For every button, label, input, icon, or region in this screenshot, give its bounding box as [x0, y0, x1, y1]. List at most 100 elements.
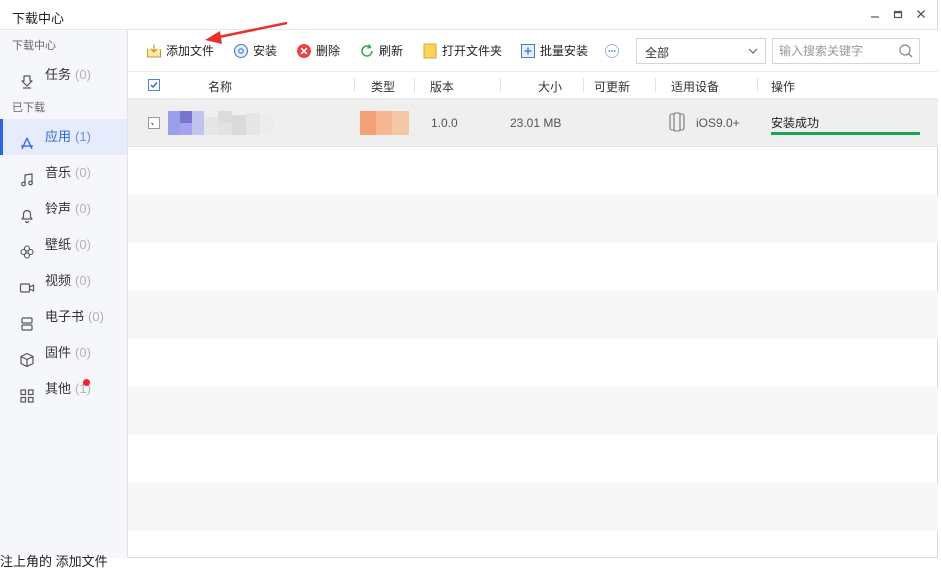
- wallpaper-icon: [19, 238, 35, 259]
- table-row-empty: [128, 387, 938, 435]
- sidebar-item-firmware[interactable]: 固件 (0): [0, 335, 127, 371]
- add-file-button[interactable]: 添加文件: [146, 42, 218, 60]
- search-icon[interactable]: [898, 43, 914, 62]
- minimize-icon[interactable]: [866, 6, 884, 24]
- row-version: 1.0.0: [431, 116, 458, 130]
- firmware-icon: [19, 346, 35, 368]
- delete-label: 删除: [316, 44, 341, 58]
- sidebar-item-count: (0): [75, 345, 91, 360]
- column-separator: [757, 78, 758, 92]
- table-row-empty: [128, 147, 938, 195]
- table-row-empty: [128, 531, 938, 558]
- select-all-checkbox[interactable]: [148, 79, 160, 91]
- sidebar-item-label: 任务: [45, 67, 72, 82]
- sidebar-item-ebooks[interactable]: 电子书 (0): [0, 299, 127, 335]
- bottom-caption: 注上角的 添加文件: [0, 554, 108, 569]
- column-header-action[interactable]: 操作: [771, 78, 795, 95]
- sidebar-item-wallpapers[interactable]: 壁纸 (0): [0, 227, 127, 263]
- column-header-type[interactable]: 类型: [371, 78, 395, 95]
- sidebar-item-count: (1): [75, 129, 91, 144]
- notification-badge: [83, 379, 90, 386]
- table-body: 1.0.0 23.01 MB iOS9.0+ 安装成功: [128, 99, 938, 558]
- video-icon: [19, 274, 35, 293]
- toolbar: 添加文件 安装 删除 刷新 打开文件夹 批量安装 全部 输入搜索关键字: [128, 30, 938, 72]
- sidebar-item-label: 壁纸: [45, 237, 72, 252]
- column-header-name[interactable]: 名称: [208, 78, 232, 95]
- folder-icon: [422, 43, 438, 59]
- table-row-empty: [128, 435, 938, 483]
- app-store-icon: [19, 130, 35, 150]
- column-header-size[interactable]: 大小: [538, 78, 562, 95]
- batch-install-button[interactable]: 批量安装: [520, 42, 594, 60]
- close-icon[interactable]: [912, 6, 930, 24]
- open-folder-button[interactable]: 打开文件夹: [422, 42, 506, 60]
- sidebar-item-count: (0): [88, 309, 104, 324]
- chevron-down-icon: [747, 45, 759, 60]
- sidebar-item-label: 固件: [45, 345, 72, 360]
- sidebar-item-videos[interactable]: 视频 (0): [0, 263, 127, 299]
- column-header-device[interactable]: 适用设备: [671, 78, 719, 95]
- download-icon: [19, 68, 35, 89]
- column-header-version[interactable]: 版本: [430, 78, 454, 95]
- bell-icon: [19, 202, 35, 224]
- row-checkbox[interactable]: [148, 117, 160, 129]
- table-row-empty: [128, 291, 938, 339]
- column-separator: [500, 78, 501, 92]
- window-title: 下载中心: [12, 11, 65, 26]
- install-progress-track: [771, 132, 920, 135]
- refresh-button[interactable]: 刷新: [359, 42, 407, 60]
- sidebar-item-count: (0): [75, 237, 91, 252]
- row-action-status: 安装成功: [771, 116, 820, 130]
- sidebar-item-count: (0): [75, 165, 91, 180]
- install-icon: [233, 43, 249, 59]
- delete-button[interactable]: 删除: [296, 42, 344, 60]
- sidebar-group-downloading: 下载中心: [12, 40, 56, 52]
- column-separator: [414, 78, 415, 92]
- sidebar-item-label: 电子书: [45, 309, 85, 324]
- sidebar-group-downloaded: 已下载: [12, 102, 45, 114]
- row-size: 23.01 MB: [510, 116, 562, 130]
- more-button[interactable]: [604, 42, 620, 60]
- sidebar-item-ringtones[interactable]: 铃声 (0): [0, 191, 127, 227]
- sidebar-item-count: (0): [75, 67, 91, 82]
- install-label: 安装: [253, 44, 278, 58]
- batch-install-icon: [520, 43, 536, 59]
- sidebar-item-tasks[interactable]: 任务 (0): [0, 57, 127, 93]
- sidebar-item-label: 应用: [45, 129, 72, 144]
- filter-dropdown[interactable]: 全部: [636, 38, 766, 64]
- title-bar: 下载中心: [0, 0, 937, 30]
- delete-icon: [296, 43, 312, 59]
- sidebar-item-music[interactable]: 音乐 (0): [0, 155, 127, 191]
- sidebar-item-label: 其他: [45, 381, 72, 396]
- column-header-updatable[interactable]: 可更新: [594, 78, 630, 95]
- music-icon: [19, 166, 35, 187]
- download-center-window: 下载中心 下载中心 任务 (0) 已下载 应用 (1) 音乐 (0) 铃声 (0…: [0, 0, 938, 558]
- device-icon: [669, 112, 691, 135]
- grid-icon: [19, 382, 35, 403]
- sidebar-item-apps[interactable]: 应用 (1): [0, 119, 127, 155]
- sidebar-item-count: (0): [75, 201, 91, 216]
- more-icon: [604, 43, 620, 59]
- table-row[interactable]: 1.0.0 23.01 MB iOS9.0+ 安装成功: [128, 99, 938, 147]
- search-input[interactable]: [779, 43, 891, 59]
- table-header: 名称 类型 版本 大小 可更新 适用设备 操作: [128, 72, 938, 99]
- batch-install-label: 批量安装: [540, 44, 589, 58]
- sidebar-item-label: 音乐: [45, 165, 72, 180]
- table-row-empty: [128, 483, 938, 531]
- maximize-icon[interactable]: [889, 6, 907, 24]
- row-device: iOS9.0+: [696, 116, 740, 130]
- refresh-label: 刷新: [379, 44, 404, 58]
- install-button[interactable]: 安装: [233, 42, 281, 60]
- filter-value: 全部: [645, 46, 670, 60]
- sidebar: 下载中心 任务 (0) 已下载 应用 (1) 音乐 (0) 铃声 (0) 壁纸 …: [0, 30, 128, 558]
- refresh-icon: [359, 43, 375, 59]
- add-file-label: 添加文件: [166, 44, 215, 58]
- active-indicator: [0, 119, 3, 155]
- install-progress-fill: [771, 132, 920, 135]
- sidebar-item-label: 铃声: [45, 201, 72, 216]
- sidebar-item-other[interactable]: 其他 (1): [0, 371, 127, 407]
- column-separator: [655, 78, 656, 92]
- sidebar-item-count: (0): [75, 273, 91, 288]
- table-row-empty: [128, 339, 938, 387]
- table-row-empty: [128, 243, 938, 291]
